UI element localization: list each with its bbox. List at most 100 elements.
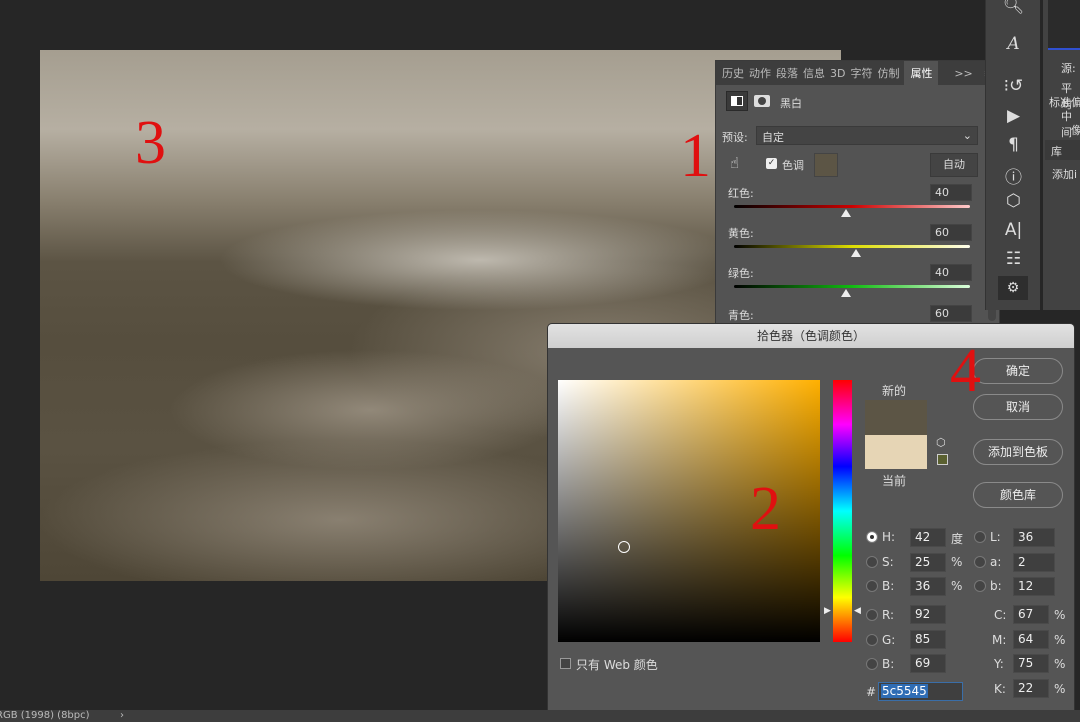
h-field[interactable]: 42	[910, 528, 946, 547]
hex-field[interactable]: 5c5545	[878, 682, 963, 701]
preset-value: 自定	[762, 131, 784, 144]
add-to-swatches-button[interactable]: 添加到色板	[973, 439, 1063, 465]
panel-tabs: 历史 动作 段落 信息 3D 字符 仿制 属性 >> ≡	[716, 61, 999, 85]
g-radio[interactable]	[866, 634, 878, 646]
hue-slider-right-arrow[interactable]: ◀	[854, 606, 861, 616]
status-expand-arrow[interactable]: ›	[120, 710, 124, 722]
s-radio[interactable]	[866, 556, 878, 568]
r-field[interactable]: 92	[910, 605, 946, 624]
tab-paragraph[interactable]: 段落	[776, 65, 798, 81]
clone-source-icon[interactable]: ☷	[986, 249, 1041, 269]
dialog-title: 拾色器（色调颜色）	[548, 324, 1074, 348]
library-add-text: 添加i	[1052, 168, 1078, 181]
green-slider[interactable]	[734, 285, 970, 288]
yellow-slider[interactable]	[734, 245, 970, 248]
lab-b-field[interactable]: 12	[1013, 577, 1055, 596]
cancel-button[interactable]: 取消	[973, 394, 1063, 420]
tab-character[interactable]: 字符	[850, 65, 872, 81]
navigator-icon[interactable]: 🔍︎	[986, 0, 1041, 16]
character-icon[interactable]: A|	[986, 220, 1041, 240]
web-colors-only-checkbox[interactable]	[560, 658, 571, 669]
lab-a-field[interactable]: 2	[1013, 553, 1055, 572]
b-radio[interactable]	[866, 658, 878, 670]
histogram-source-label: 源:	[1061, 62, 1076, 75]
adjustment-layer-icon[interactable]	[726, 91, 748, 111]
slider-label-yellow: 黄色:	[728, 227, 754, 240]
tab-clone[interactable]: 仿制	[877, 65, 899, 81]
r-radio[interactable]	[866, 609, 878, 621]
brightness-field[interactable]: 36	[910, 577, 946, 596]
s-label: S:	[882, 555, 894, 569]
brightness-radio[interactable]	[866, 580, 878, 592]
hue-slider[interactable]	[833, 380, 852, 642]
lab-l-radio[interactable]	[974, 531, 986, 543]
glyphs-icon[interactable]: A	[986, 34, 1041, 54]
status-bar: RGB (1998) (8bpc) ›	[0, 710, 1080, 722]
document-profile: RGB (1998) (8bpc)	[0, 710, 90, 721]
tab-3d[interactable]: 3D	[830, 67, 845, 80]
new-color-swatch	[865, 400, 927, 435]
h-label: H:	[882, 530, 896, 544]
m-label: M:	[992, 633, 1007, 647]
tab-info[interactable]: 信息	[803, 65, 825, 81]
hue-slider-left-arrow[interactable]: ▶	[824, 606, 831, 616]
green-slider-thumb[interactable]	[841, 289, 851, 297]
color-libraries-button[interactable]: 颜色库	[973, 482, 1063, 508]
paragraph-icon[interactable]: ¶	[986, 135, 1041, 155]
tab-properties[interactable]: 属性	[904, 61, 939, 85]
k-label: K:	[994, 682, 1006, 696]
panel-overflow-button[interactable]: >>	[954, 67, 972, 80]
tab-libraries[interactable]: 库	[1045, 140, 1080, 160]
red-slider[interactable]	[734, 205, 970, 208]
tint-checkbox[interactable]: ✓	[766, 158, 777, 169]
annotation-4: 4	[950, 337, 981, 405]
tab-actions[interactable]: 动作	[749, 65, 771, 81]
yellow-slider-thumb[interactable]	[851, 249, 861, 257]
y-label: Y:	[994, 657, 1004, 671]
yellow-value-field[interactable]: 60	[930, 224, 972, 241]
y-field[interactable]: 75	[1013, 654, 1049, 673]
history-icon[interactable]: ⁝↺	[986, 76, 1041, 96]
g-field[interactable]: 85	[910, 630, 946, 649]
color-field-cursor[interactable]	[618, 541, 630, 553]
lab-l-label: L:	[990, 530, 1001, 544]
red-value-field[interactable]: 40	[930, 184, 972, 201]
web-colors-only-label: 只有 Web 颜色	[576, 658, 658, 672]
brightness-unit: %	[951, 579, 963, 593]
preset-dropdown[interactable]: 自定 ⌄	[756, 126, 978, 145]
targeted-adjustment-hand-icon[interactable]: ☝	[730, 154, 739, 172]
b-label: B:	[882, 657, 895, 671]
green-value-field[interactable]: 40	[930, 264, 972, 281]
lab-b-radio[interactable]	[974, 580, 986, 592]
ok-button[interactable]: 确定	[973, 358, 1063, 384]
web-safe-swatch[interactable]	[937, 454, 948, 465]
lab-a-radio[interactable]	[974, 556, 986, 568]
c-field[interactable]: 67	[1013, 605, 1049, 624]
color-picker-dialog: 拾色器（色调颜色） ▶ ◀ 新的 当前 ⬡ 确定 取消 添加到色板 颜色库 H:…	[547, 323, 1075, 712]
hex-label: #	[866, 685, 877, 699]
s-field[interactable]: 25	[910, 553, 946, 572]
lab-l-field[interactable]: 36	[1013, 528, 1055, 547]
b-field[interactable]: 69	[910, 654, 946, 673]
actions-play-icon[interactable]: ▶	[986, 106, 1041, 126]
slider-label-green: 绿色:	[728, 267, 754, 280]
current-color-swatch[interactable]	[865, 435, 927, 469]
lab-b-label: b:	[990, 579, 1002, 593]
auto-button[interactable]: 自动	[930, 153, 978, 177]
h-radio[interactable]	[866, 531, 878, 543]
tab-history[interactable]: 历史	[722, 65, 744, 81]
tint-color-swatch[interactable]	[814, 153, 838, 177]
3d-cube-icon[interactable]: ⬡	[986, 191, 1041, 211]
k-field[interactable]: 22	[1013, 679, 1049, 698]
annotation-3: 3	[135, 109, 166, 177]
red-slider-thumb[interactable]	[841, 209, 851, 217]
new-color-label: 新的	[882, 384, 907, 398]
m-unit: %	[1054, 633, 1066, 647]
cyan-value-field[interactable]: 60	[930, 305, 972, 322]
mask-icon[interactable]	[754, 95, 770, 107]
out-of-gamut-cube-icon[interactable]: ⬡	[936, 436, 946, 449]
info-icon[interactable]: ⓘ	[986, 163, 1041, 188]
properties-icon[interactable]: ⚙	[998, 276, 1028, 300]
m-field[interactable]: 64	[1013, 630, 1049, 649]
annotation-1: 1	[680, 122, 711, 190]
